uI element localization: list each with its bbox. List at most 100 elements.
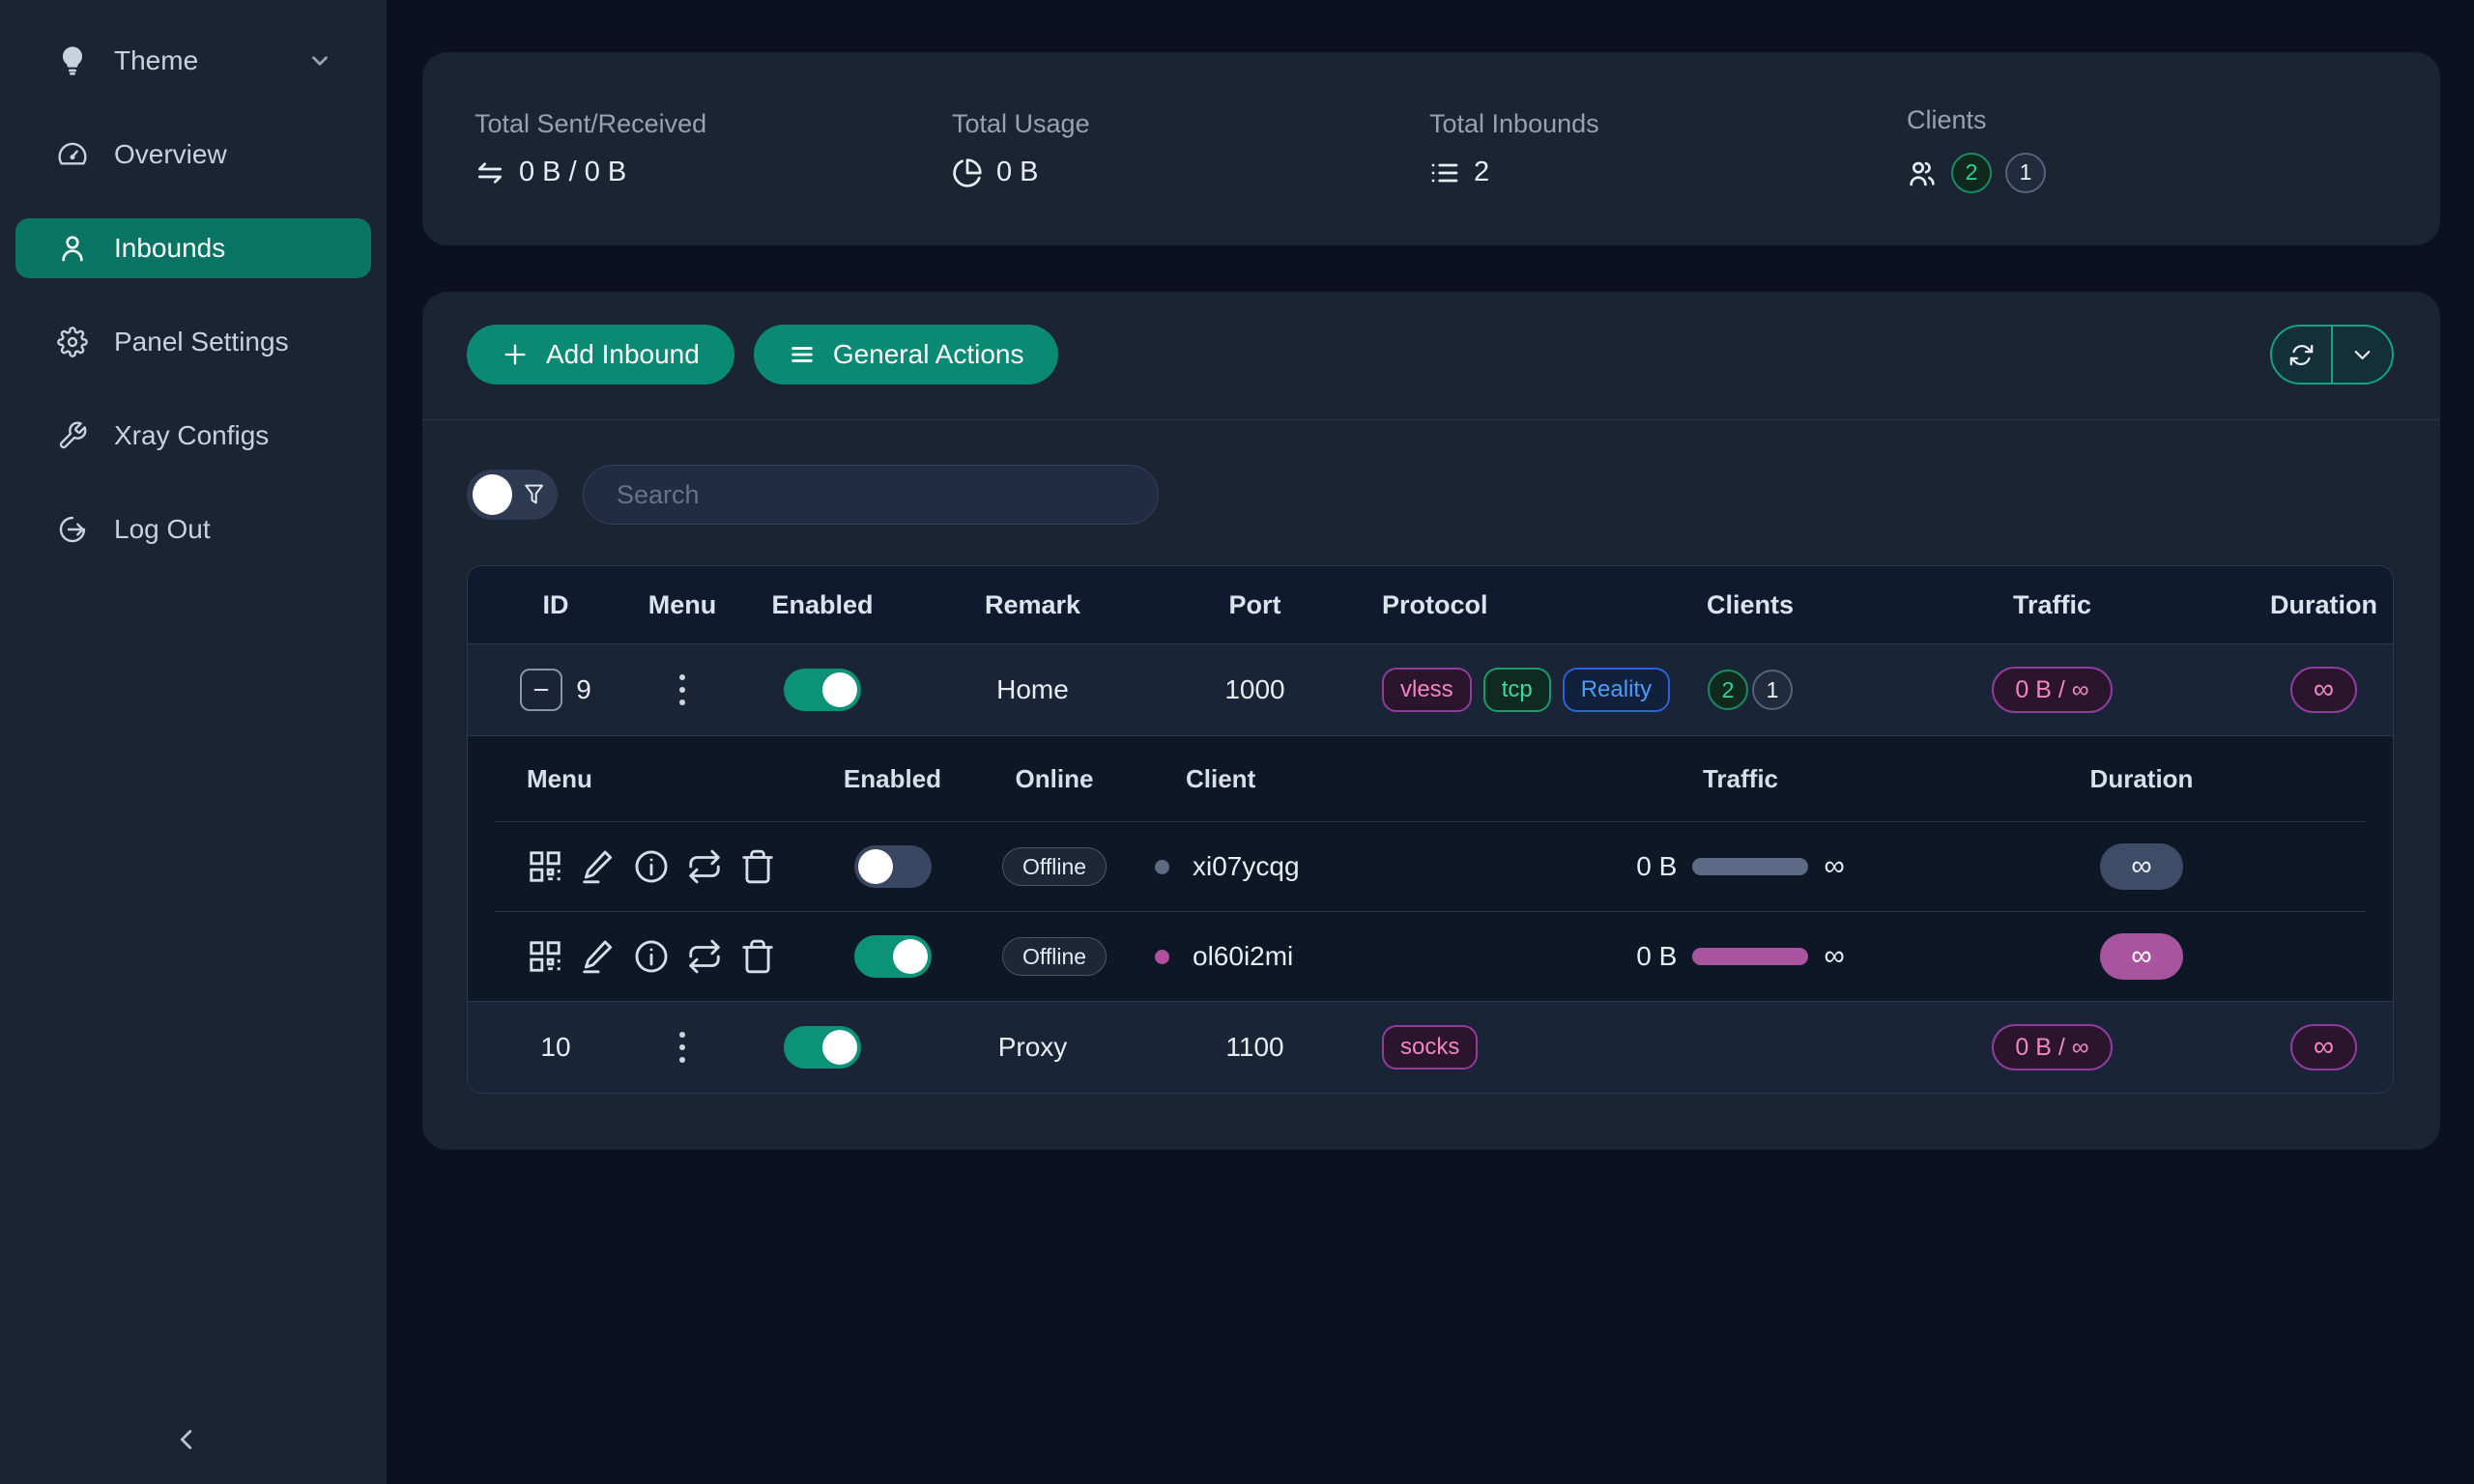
protocol-badge-tcp: tcp (1483, 668, 1551, 712)
sidebar-item-label: Xray Configs (114, 420, 269, 451)
edit-icon[interactable] (580, 938, 617, 975)
client-row-ol60i2mi: Offline ol60i2mi 0 B ∞ ∞ (468, 912, 2393, 1001)
traffic-pill: 0 B / ∞ (1992, 667, 2112, 713)
refresh-button[interactable] (2272, 327, 2333, 383)
pie-chart-icon (952, 157, 983, 188)
client-name: ol60i2mi (1193, 941, 1293, 972)
logout-icon (57, 514, 88, 545)
plus-icon (502, 341, 529, 368)
traffic-used: 0 B (1636, 851, 1677, 882)
protocol-badge-vless: vless (1382, 668, 1472, 712)
chevron-down-icon (307, 48, 332, 73)
chevron-down-icon (2349, 342, 2375, 368)
inbound-id: 10 (468, 1032, 644, 1063)
subcol-header-enabled: Enabled (818, 764, 967, 794)
inbound-port: 1000 (1141, 674, 1368, 705)
col-header-menu: Menu (644, 590, 721, 620)
sidebar-collapse-button[interactable] (166, 1418, 209, 1461)
col-header-duration: Duration (2253, 590, 2394, 620)
sidebar-item-label: Overview (114, 139, 227, 170)
duration-pill: ∞ (2100, 933, 2183, 980)
sidebar-item-theme[interactable]: Theme (15, 31, 371, 91)
subcol-header-menu: Menu (468, 764, 818, 794)
clients-subtable: Menu Enabled Online Client Traffic Durat… (468, 735, 2393, 1001)
sidebar-item-inbounds[interactable]: Inbounds (15, 218, 371, 278)
duration-pill: ∞ (2290, 1024, 2357, 1070)
client-enabled-toggle[interactable] (854, 845, 932, 888)
gear-icon (57, 327, 88, 357)
duration-pill: ∞ (2100, 843, 2183, 890)
search-input[interactable] (583, 465, 1159, 525)
sidebar-item-log-out[interactable]: Log Out (15, 499, 371, 559)
traffic-limit: ∞ (1824, 942, 1844, 971)
reset-traffic-icon[interactable] (686, 938, 723, 975)
inbound-id: 9 (576, 674, 591, 705)
inbound-enabled-toggle[interactable] (784, 669, 861, 711)
add-inbound-button[interactable]: Add Inbound (467, 325, 734, 385)
row-menu-button[interactable] (672, 1024, 693, 1070)
toolbar: Add Inbound General Actions (422, 325, 2440, 385)
stat-total-usage: Total Usage 0 B (952, 109, 1429, 188)
transfer-arrows-icon (475, 157, 505, 188)
stat-clients: Clients 2 1 (1907, 105, 2384, 193)
row-menu-button[interactable] (672, 667, 693, 713)
stat-label: Total Sent/Received (475, 109, 952, 139)
traffic-progress-bar (1692, 858, 1808, 875)
filter-funnel-icon (522, 482, 546, 507)
inbound-remark: Proxy (924, 1032, 1141, 1063)
table-header-row: ID Menu Enabled Remark Port Protocol Cli… (468, 566, 2393, 643)
qr-code-icon[interactable] (527, 938, 563, 975)
sidebar-item-label: Inbounds (114, 233, 225, 264)
subcol-header-online: Online (967, 764, 1141, 794)
inbounds-table: ID Menu Enabled Remark Port Protocol Cli… (467, 565, 2394, 1094)
client-color-dot (1155, 860, 1169, 874)
client-color-dot (1155, 950, 1169, 964)
minus-icon (531, 679, 552, 700)
edit-icon[interactable] (580, 848, 617, 885)
stat-value: 0 B (996, 157, 1039, 188)
duration-pill: ∞ (2290, 667, 2357, 713)
general-actions-button[interactable]: General Actions (754, 325, 1059, 385)
refresh-options-button[interactable] (2333, 327, 2392, 383)
qr-code-icon[interactable] (527, 848, 563, 885)
stat-total-inbounds: Total Inbounds 2 (1429, 109, 1907, 188)
main-content: Total Sent/Received 0 B / 0 B Total Usag… (387, 0, 2474, 1484)
sidebar-item-xray-configs[interactable]: Xray Configs (15, 406, 371, 466)
traffic-used: 0 B (1636, 941, 1677, 972)
toggle-knob (473, 474, 512, 515)
clients-total-badge: 1 (1752, 670, 1793, 710)
inbound-remark: Home (924, 674, 1141, 705)
col-header-id: ID (468, 590, 644, 620)
sidebar-nav: Theme Overview Inbounds (0, 0, 387, 559)
info-icon[interactable] (633, 938, 670, 975)
sidebar-item-panel-settings[interactable]: Panel Settings (15, 312, 371, 372)
delete-icon[interactable] (739, 938, 776, 975)
refresh-split-button (2270, 325, 2394, 385)
stat-value: 2 (1474, 157, 1489, 188)
delete-icon[interactable] (739, 848, 776, 885)
reset-traffic-icon[interactable] (686, 848, 723, 885)
client-enabled-toggle[interactable] (854, 935, 932, 978)
online-status-badge: Offline (1002, 847, 1107, 886)
collapse-row-button[interactable] (520, 669, 562, 711)
filter-toggle[interactable] (467, 470, 558, 520)
clients-total-badge: 1 (2005, 153, 2046, 193)
subcol-header-traffic: Traffic (1480, 764, 2001, 794)
subtable-header-row: Menu Enabled Online Client Traffic Durat… (468, 736, 2393, 821)
stat-label: Clients (1907, 105, 2384, 135)
stat-label: Total Inbounds (1429, 109, 1907, 139)
sidebar-item-overview[interactable]: Overview (15, 125, 371, 185)
subcol-header-client: Client (1141, 764, 1480, 794)
lightbulb-icon (57, 45, 88, 76)
col-header-traffic: Traffic (1852, 590, 2253, 620)
sidebar: Theme Overview Inbounds (0, 0, 387, 1484)
info-icon[interactable] (633, 848, 670, 885)
protocol-badge-socks: socks (1382, 1025, 1478, 1070)
col-header-enabled: Enabled (721, 590, 924, 620)
traffic-pill: 0 B / ∞ (1992, 1024, 2112, 1070)
people-icon (1907, 157, 1938, 188)
clients-active-badge: 2 (1708, 670, 1748, 710)
search-row (422, 420, 2440, 525)
col-header-port: Port (1141, 590, 1368, 620)
inbound-enabled-toggle[interactable] (784, 1026, 861, 1069)
